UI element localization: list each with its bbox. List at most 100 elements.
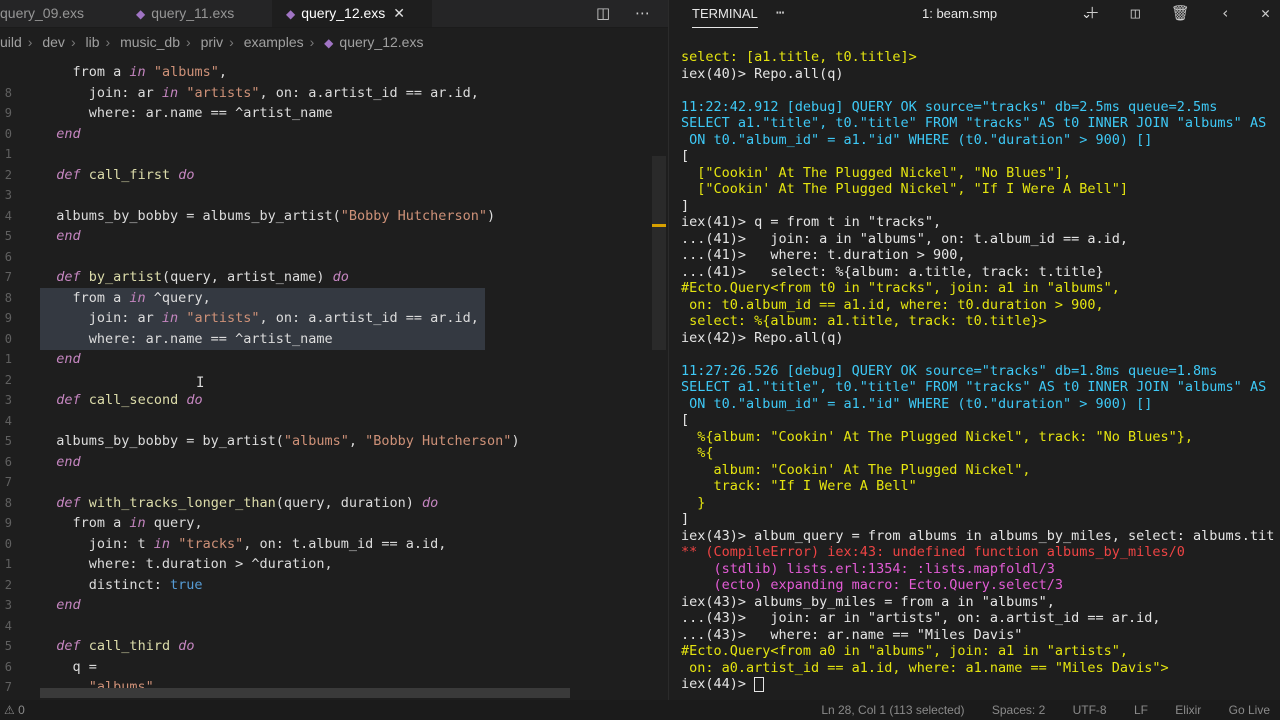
tab-query-12[interactable]: ◆ query_12.exs ✕ xyxy=(272,0,432,27)
breadcrumb-item[interactable]: examples xyxy=(244,34,304,50)
indentation[interactable]: Spaces: 2 xyxy=(992,703,1045,717)
more-icon[interactable]: ⋯ xyxy=(776,0,784,27)
code-token: where: ar.name == ^artist_name xyxy=(40,105,333,121)
code-text: def by_artist(query, artist_name) do xyxy=(40,267,349,288)
code-token: join: ar xyxy=(40,310,162,326)
terminal-line-text: ...(41)> select: %{album: a.title, track… xyxy=(681,263,1104,280)
terminal-line-text: SELECT a1."title", t0."title" FROM "trac… xyxy=(681,115,1267,131)
editor-actions: ◫ ⋯ xyxy=(576,0,650,27)
terminal-line-text: ON t0."album_id" = a1."id" WHERE (t0."du… xyxy=(681,131,1153,148)
line-number: 0 xyxy=(4,331,12,346)
tab-label: query_09.exs xyxy=(0,5,85,21)
code-token: query, xyxy=(145,515,203,531)
line-number: 1 xyxy=(4,352,12,366)
terminal-line: %{album: "Cookin' At The Plugged Nickel"… xyxy=(681,429,1193,446)
code-line[interactable]: 9 join: ar in "artists", on: a.artist_id… xyxy=(5,308,485,329)
scrollbar-marker xyxy=(652,224,666,227)
code-token: from a xyxy=(40,64,130,80)
terminal-cursor xyxy=(754,676,765,692)
code-text: join: t in "tracks", on: t.album_id == a… xyxy=(40,534,447,555)
terminal-line-text: } xyxy=(681,494,706,511)
close-icon[interactable]: ✕ xyxy=(1261,4,1270,22)
cursor-position[interactable]: Ln 28, Col 1 (113 selected) xyxy=(821,703,964,717)
code-text: join: ar in "artists", on: a.artist_id =… xyxy=(40,83,479,104)
terminal-line-text: select: [a1.title, t0.title]> xyxy=(681,49,917,65)
terminal-line-text: #Ecto.Query<from t0 in "tracks", join: a… xyxy=(681,280,1120,296)
line-number: 4 xyxy=(4,208,12,223)
code-token: def xyxy=(56,638,81,654)
line-number: 1 xyxy=(4,557,12,571)
terminal-line-text: select: %{album: a1.title, track: t0.tit… xyxy=(681,313,1047,329)
tab-label: query_11.exs xyxy=(151,5,235,21)
chevron-left-icon[interactable]: ‹ xyxy=(1221,4,1230,22)
tab-query-11[interactable]: ◆ query_11.exs xyxy=(124,0,266,27)
trash-icon[interactable]: 🗑 xyxy=(1171,4,1190,22)
line-number: 4 xyxy=(4,618,12,633)
code-text: from a in query, xyxy=(40,513,203,534)
split-terminal-icon[interactable]: ◫ xyxy=(1131,4,1140,22)
terminal-line-text: ...(41)> where: t.duration > 900, xyxy=(681,247,966,263)
tab-query-09[interactable]: query_09.exs xyxy=(0,0,118,27)
line-number: 7 xyxy=(4,475,12,489)
close-tab-icon[interactable]: ✕ xyxy=(393,5,405,21)
code-token: def xyxy=(56,166,81,183)
breadcrumb-item[interactable]: query_12.exs xyxy=(339,34,423,50)
encoding[interactable]: UTF-8 xyxy=(1073,703,1107,717)
line-number: 7 xyxy=(4,680,12,694)
code-token: , on: a.artist_id == ar.id, xyxy=(259,310,479,326)
vertical-scrollbar[interactable] xyxy=(652,156,666,350)
end-of-line[interactable]: LF xyxy=(1134,703,1148,717)
terminal-line: ON t0."album_id" = a1."id" WHERE (t0."du… xyxy=(681,396,1152,413)
breadcrumb-item[interactable]: dev xyxy=(42,34,65,50)
code-editor[interactable]: from a in "albums", 8 join: ar in "artist… xyxy=(0,56,668,700)
go-live-button[interactable]: Go Live xyxy=(1229,703,1270,717)
code-text: def with_tracks_longer_than(query, durat… xyxy=(40,493,438,514)
more-actions-icon[interactable]: ⋯ xyxy=(635,4,650,22)
plus-icon[interactable]: ＋ xyxy=(1085,4,1100,22)
code-line[interactable]: 0 where: ar.name == ^artist_name xyxy=(5,328,485,350)
code-token: , xyxy=(348,433,366,449)
breadcrumb-item[interactable]: lib xyxy=(86,34,100,50)
code-text: end xyxy=(40,349,80,370)
terminal-tab[interactable]: TERMINAL xyxy=(692,0,758,28)
line-number: 3 xyxy=(4,598,12,612)
terminal-line: SELECT a1."title", t0."title" FROM "trac… xyxy=(681,379,1266,396)
terminal-output[interactable]: select: [a1.title, t0.title]> iex(40)> Re… xyxy=(668,48,1280,700)
line-number: 8 xyxy=(4,495,12,510)
breadcrumb-item[interactable]: music_db xyxy=(120,34,180,50)
breadcrumb-item[interactable]: uild xyxy=(0,34,22,50)
terminal-line: (stdlib) lists.erl:1354: :lists.mapfoldl… xyxy=(681,561,1055,578)
code-token: call_first xyxy=(88,166,171,183)
language-mode[interactable]: Elixir xyxy=(1175,703,1201,717)
breadcrumb-item[interactable]: priv xyxy=(201,34,224,50)
chevron-right-icon: › xyxy=(186,34,191,50)
terminal-line: ...(43)> where: ar.name == "Miles Davis" xyxy=(681,627,1022,644)
code-token: in xyxy=(129,64,146,80)
chevron-right-icon: › xyxy=(105,34,111,50)
horizontal-scrollbar[interactable] xyxy=(40,688,570,698)
terminal-line-text: iex(43)> albums_by_miles = from a in "al… xyxy=(681,593,1055,610)
code-text: from a in "albums", xyxy=(40,62,227,83)
problems-indicator[interactable]: ⚠ 0 xyxy=(4,700,25,720)
code-token: end xyxy=(56,125,81,142)
line-number: 8 xyxy=(4,85,12,100)
code-token: do xyxy=(178,166,195,183)
terminal-line: track: "If I Were A Bell" xyxy=(681,478,917,495)
code-token: do xyxy=(422,494,439,511)
code-token: in xyxy=(161,310,179,326)
code-token: do xyxy=(186,392,203,408)
code-token: call_third xyxy=(88,638,171,654)
code-text: where: ar.name == ^artist_name xyxy=(40,329,333,350)
code-line[interactable]: 8 from a in ^query, xyxy=(5,287,485,309)
terminal-line-text: 11:22:42.912 [debug] QUERY OK source="tr… xyxy=(681,98,1218,115)
code-token: end xyxy=(56,453,81,470)
line-number: 3 xyxy=(4,188,12,202)
terminal-line: iex(44)> xyxy=(681,676,765,693)
code-text: end xyxy=(40,124,81,145)
split-editor-icon[interactable]: ◫ xyxy=(596,4,610,22)
